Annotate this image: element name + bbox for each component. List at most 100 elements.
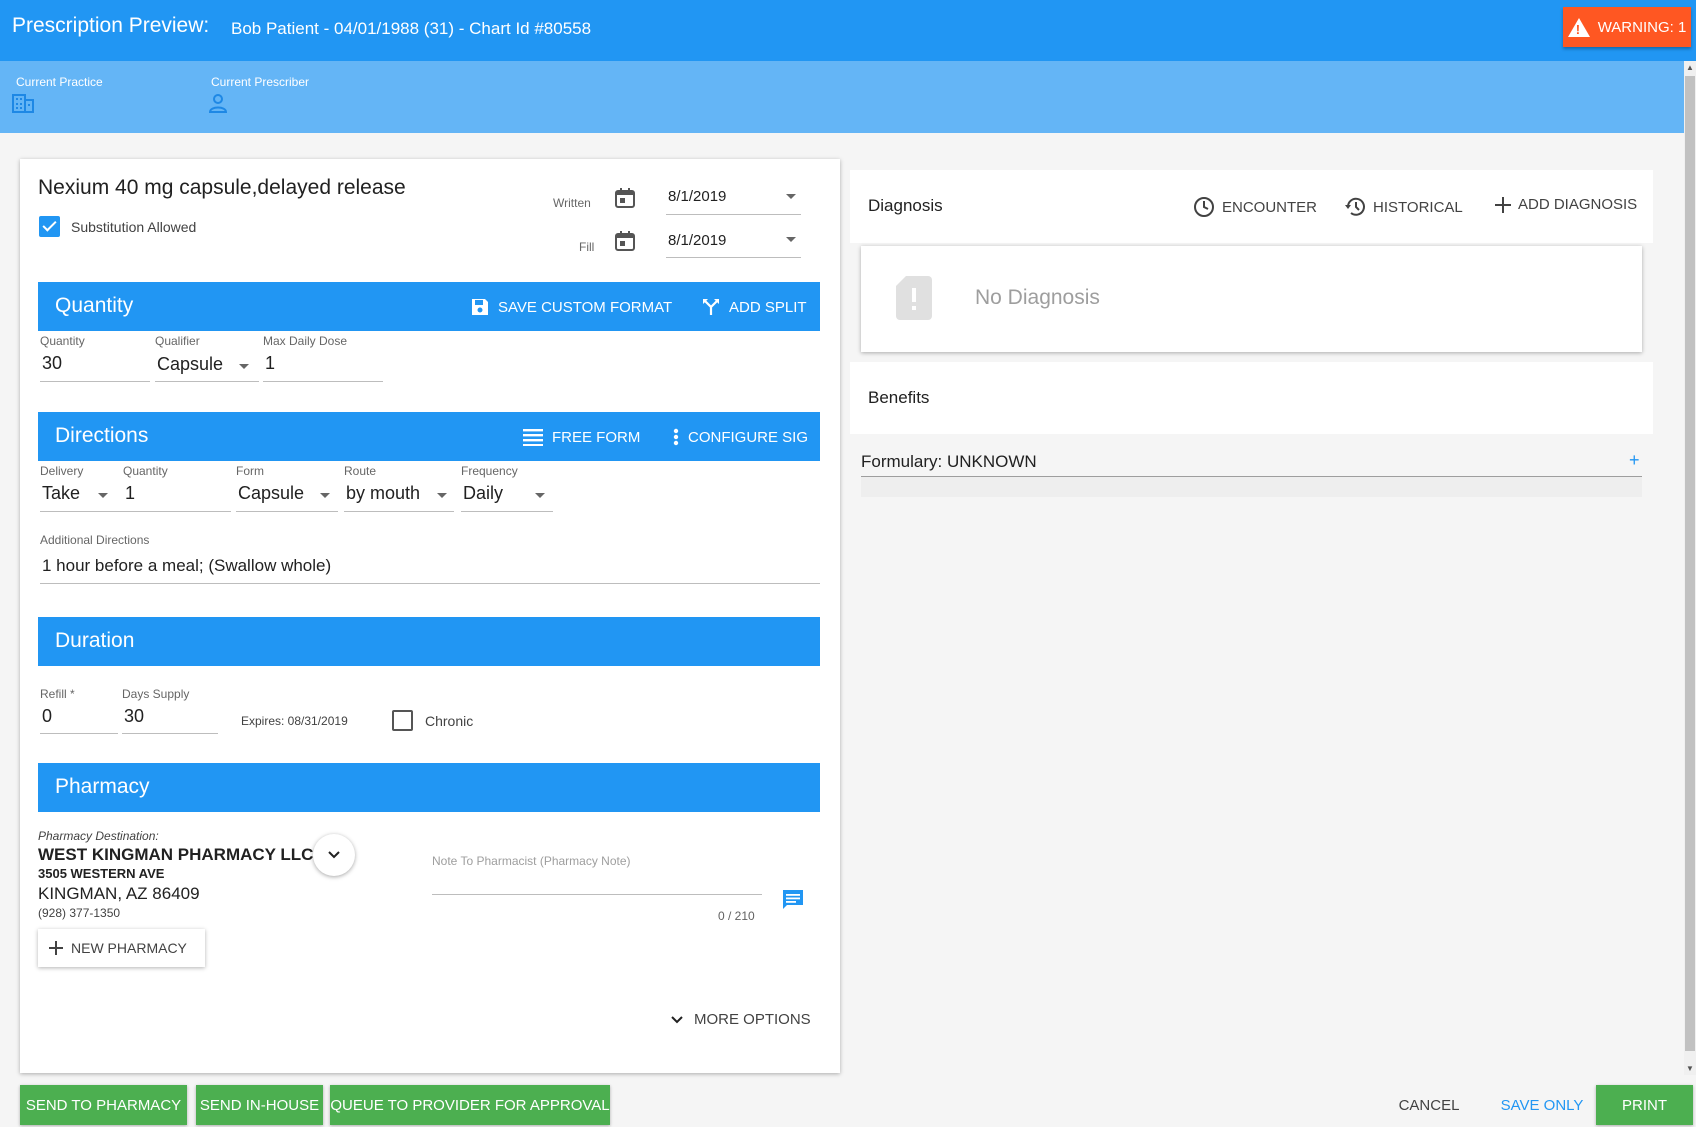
pharmacy-city: KINGMAN, AZ 86409 — [38, 884, 200, 903]
queue-to-provider-button[interactable]: QUEUE TO PROVIDER FOR APPROVAL — [330, 1085, 610, 1125]
max-daily-dose-label: Max Daily Dose — [263, 334, 348, 348]
duration-title: Duration — [55, 629, 135, 652]
person-icon[interactable] — [208, 93, 228, 118]
add-split-button[interactable]: ADD SPLIT — [702, 298, 807, 316]
current-practice-label: Current Practice — [16, 75, 103, 89]
configure-sig-label: CONFIGURE SIG — [688, 428, 809, 446]
lines-icon — [523, 429, 543, 446]
send-to-pharmacy-button[interactable]: SEND TO PHARMACY — [20, 1085, 187, 1125]
additional-directions-underline — [40, 583, 820, 584]
chevron-down-icon[interactable] — [98, 493, 108, 498]
historical-label: HISTORICAL — [1373, 198, 1463, 216]
qualifier-select[interactable]: Capsule — [157, 354, 223, 375]
directions-section-header: Directions FREE FORM CONFIGURE SIG — [38, 412, 820, 461]
quantity-label: Quantity — [40, 334, 85, 348]
chronic-checkbox[interactable] — [392, 710, 413, 731]
pharmacy-section-header: Pharmacy — [38, 763, 820, 812]
days-supply-input[interactable]: 30 — [124, 706, 144, 727]
additional-directions-input[interactable]: 1 hour before a meal; (Swallow whole) — [42, 556, 331, 576]
chronic-label: Chronic — [425, 713, 474, 729]
max-daily-dose-input[interactable]: 1 — [265, 353, 275, 374]
chevron-down-icon — [328, 851, 340, 859]
save-only-button[interactable]: SAVE ONLY — [1487, 1085, 1597, 1125]
add-diagnosis-label: ADD DIAGNOSIS — [1518, 196, 1638, 213]
formulary-status: Formulary: UNKNOWN — [861, 452, 1037, 471]
history-icon — [1345, 197, 1365, 216]
written-date-field[interactable]: 8/1/2019 — [668, 188, 726, 205]
qualifier-underline — [155, 381, 259, 382]
refill-underline — [40, 733, 118, 734]
current-prescriber-label: Current Prescriber — [211, 75, 310, 89]
refill-input[interactable]: 0 — [42, 706, 52, 727]
chevron-down-icon[interactable] — [786, 237, 796, 242]
warning-label: WARNING: 1 — [1597, 18, 1687, 36]
directions-quantity-label: Quantity — [123, 464, 168, 478]
chevron-down-icon[interactable] — [437, 493, 447, 498]
route-label: Route — [344, 464, 377, 478]
save-custom-format-button[interactable]: SAVE CUSTOM FORMAT — [471, 298, 672, 316]
written-underline — [666, 214, 801, 215]
send-in-house-button[interactable]: SEND IN-HOUSE — [196, 1085, 323, 1125]
refill-label: Refill * — [40, 687, 75, 701]
new-pharmacy-button[interactable]: NEW PHARMACY — [38, 929, 205, 967]
clock-icon — [1194, 197, 1214, 217]
quantity-input[interactable]: 30 — [42, 353, 62, 374]
chevron-down-icon[interactable] — [320, 493, 330, 498]
alert-icon — [896, 276, 932, 325]
pharmacy-phone: (928) 377-1350 — [38, 906, 121, 920]
substitution-checkbox[interactable] — [39, 216, 60, 237]
directions-title: Directions — [55, 424, 149, 447]
delivery-underline — [40, 511, 136, 512]
days-supply-label: Days Supply — [122, 687, 190, 701]
fill-date-field[interactable]: 8/1/2019 — [668, 232, 726, 249]
scrollbar-thumb[interactable] — [1685, 76, 1695, 1051]
route-underline — [344, 511, 454, 512]
calendar-icon[interactable] — [614, 187, 636, 214]
diagnosis-title: Diagnosis — [868, 196, 943, 215]
pharmacist-note-input[interactable]: Note To Pharmacist (Pharmacy Note) — [432, 854, 631, 868]
scrollbar[interactable]: ▲ ▼ — [1684, 61, 1696, 1075]
chevron-down-icon[interactable] — [239, 364, 249, 369]
delivery-select[interactable]: Take — [42, 483, 80, 504]
chevron-down-icon[interactable] — [786, 194, 796, 199]
context-bar: Current Practice Current Prescriber — [0, 61, 1696, 133]
calendar-icon[interactable] — [614, 230, 636, 257]
no-diagnosis-text: No Diagnosis — [975, 286, 1100, 309]
pharmacy-address: 3505 WESTERN AVE — [38, 866, 165, 881]
frequency-underline — [461, 511, 553, 512]
print-button[interactable]: PRINT — [1596, 1085, 1693, 1125]
encounter-button[interactable]: ENCOUNTER — [1193, 196, 1317, 218]
pharmacist-note-underline — [432, 894, 762, 895]
form-underline — [236, 511, 338, 512]
quantity-section-header: Quantity SAVE CUSTOM FORMAT ADD SPLIT — [38, 282, 820, 331]
warning-button[interactable]: WARNING: 1 — [1563, 7, 1691, 47]
configure-sig-button[interactable]: CONFIGURE SIG — [673, 428, 808, 446]
chevron-down-icon[interactable] — [535, 493, 545, 498]
more-options-button[interactable]: MORE OPTIONS — [670, 1011, 811, 1028]
quantity-title: Quantity — [55, 294, 134, 317]
more-options-label: MORE OPTIONS — [694, 1011, 811, 1028]
quantity-underline — [40, 381, 150, 382]
formulary-expand-icon[interactable]: + — [1629, 450, 1640, 471]
route-select[interactable]: by mouth — [346, 483, 420, 504]
building-icon[interactable] — [12, 93, 34, 118]
diagnosis-header: Diagnosis ENCOUNTER HISTORICAL ADD DIAGN… — [850, 170, 1653, 243]
additional-directions-label: Additional Directions — [40, 533, 150, 547]
frequency-select[interactable]: Daily — [463, 483, 503, 504]
form-select[interactable]: Capsule — [238, 483, 304, 504]
pharmacy-dropdown-button[interactable] — [313, 834, 355, 876]
comment-icon[interactable] — [782, 889, 804, 916]
plus-icon — [1495, 196, 1511, 213]
pharmacy-title: Pharmacy — [55, 775, 150, 798]
pharmacy-destination-label: Pharmacy Destination: — [38, 829, 159, 843]
formulary-panel — [861, 477, 1642, 497]
historical-button[interactable]: HISTORICAL — [1344, 196, 1463, 218]
add-diagnosis-button[interactable]: ADD DIAGNOSIS — [1495, 196, 1637, 213]
save-icon — [472, 299, 488, 315]
free-form-button[interactable]: FREE FORM — [523, 428, 640, 446]
add-split-label: ADD SPLIT — [729, 298, 807, 316]
directions-quantity-input[interactable]: 1 — [125, 483, 135, 504]
benefits-header: Benefits — [850, 362, 1653, 434]
cancel-button[interactable]: CANCEL — [1384, 1085, 1474, 1125]
fill-underline — [666, 257, 801, 258]
